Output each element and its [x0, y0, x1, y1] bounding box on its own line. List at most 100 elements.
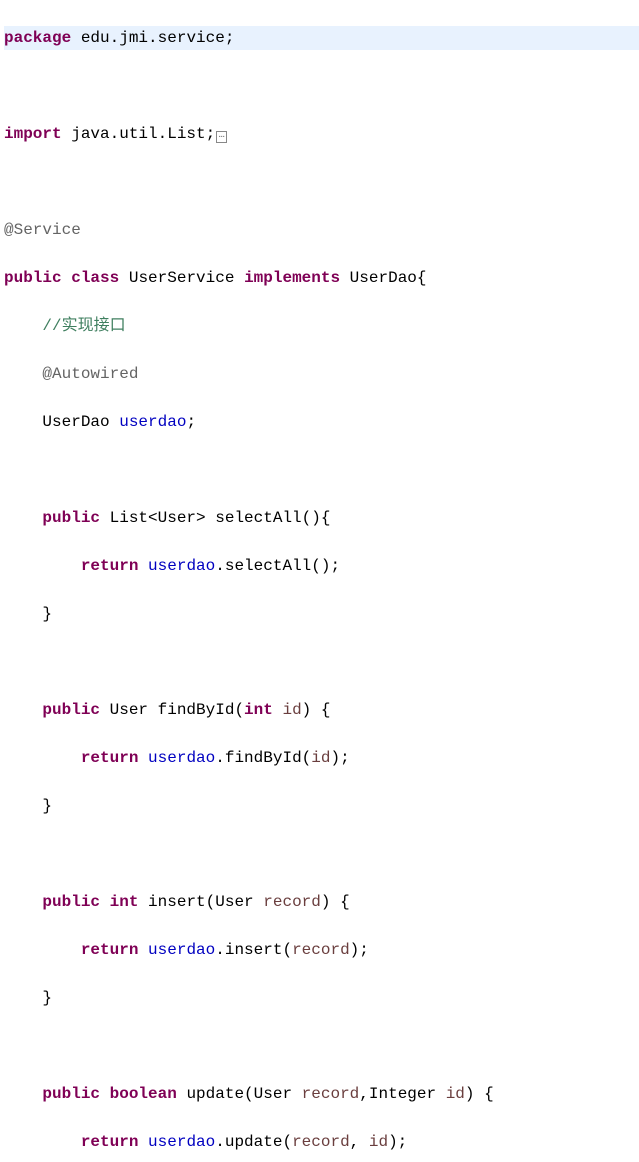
code-line [4, 650, 639, 674]
code-line: } [4, 794, 639, 818]
keyword: return [81, 749, 139, 767]
indent [4, 317, 42, 335]
brace: } [42, 605, 52, 623]
text: ); [330, 749, 349, 767]
text: edu.jmi.service; [71, 29, 234, 47]
param: id [273, 701, 302, 719]
text: update(User [177, 1085, 302, 1103]
keyword: class [71, 269, 119, 287]
field: userdao [148, 557, 215, 575]
sp [100, 1085, 110, 1103]
text: ); [350, 941, 369, 959]
indent [4, 701, 42, 719]
indent [4, 1085, 42, 1103]
indent [4, 797, 42, 815]
annotation: @Autowired [42, 365, 138, 383]
code-editor: package edu.jmi.service; import java.uti… [0, 0, 639, 1162]
indent [4, 509, 42, 527]
keyword: package [4, 29, 71, 47]
code-line: public User findById(int id) { [4, 698, 639, 722]
code-line: return userdao.findById(id); [4, 746, 639, 770]
annotation: @Service [4, 221, 81, 239]
code-line: return userdao.insert(record); [4, 938, 639, 962]
field: userdao [148, 749, 215, 767]
keyword: return [81, 1133, 139, 1151]
indent [4, 989, 42, 1007]
comment: //实现接口 [42, 317, 125, 335]
text: .findById( [215, 749, 311, 767]
code-line [4, 74, 639, 98]
indent [4, 413, 42, 431]
code-line [4, 842, 639, 866]
text: ) { [321, 893, 350, 911]
sp [138, 941, 148, 959]
indent [4, 893, 42, 911]
type: UserDao [42, 413, 119, 431]
keyword: public [42, 893, 100, 911]
indent [4, 557, 81, 575]
text: java.util.List; [62, 125, 216, 143]
text: , [350, 1133, 369, 1151]
keyword: import [4, 125, 62, 143]
param: record [292, 1133, 350, 1151]
code-line: @Service [4, 218, 639, 242]
code-line: } [4, 602, 639, 626]
code-line: //实现接口 [4, 314, 639, 338]
sp [138, 1133, 148, 1151]
code-line: return userdao.update(record, id); [4, 1130, 639, 1154]
keyword: boolean [110, 1085, 177, 1103]
text: UserDao{ [340, 269, 426, 287]
text: insert(User [138, 893, 263, 911]
text: List<User> selectAll(){ [100, 509, 330, 527]
code-line [4, 170, 639, 194]
field: userdao [119, 413, 186, 431]
keyword: return [81, 557, 139, 575]
text: .insert( [215, 941, 292, 959]
keyword: return [81, 941, 139, 959]
text: User findById( [100, 701, 244, 719]
text: ) { [302, 701, 331, 719]
param: record [263, 893, 321, 911]
fold-indicator-icon[interactable]: … [216, 131, 227, 143]
text: ,Integer [359, 1085, 445, 1103]
text: .update( [215, 1133, 292, 1151]
text: .selectAll(); [215, 557, 340, 575]
keyword: public [42, 701, 100, 719]
keyword: public [42, 1085, 100, 1103]
field: userdao [148, 941, 215, 959]
punct: ; [186, 413, 196, 431]
indent [4, 749, 81, 767]
text: ) { [465, 1085, 494, 1103]
keyword: implements [244, 269, 340, 287]
keyword: public [42, 509, 100, 527]
code-line: UserDao userdao; [4, 410, 639, 434]
indent [4, 941, 81, 959]
code-line: } [4, 986, 639, 1010]
param: id [446, 1085, 465, 1103]
code-line: public class UserService implements User… [4, 266, 639, 290]
keyword: public [4, 269, 62, 287]
code-line: package edu.jmi.service; [4, 26, 639, 50]
indent [4, 1133, 81, 1151]
field: userdao [148, 1133, 215, 1151]
param: record [302, 1085, 360, 1103]
code-line: return userdao.selectAll(); [4, 554, 639, 578]
brace: } [42, 989, 52, 1007]
text: ); [388, 1133, 407, 1151]
code-line: @Autowired [4, 362, 639, 386]
keyword: int [110, 893, 139, 911]
param: record [292, 941, 350, 959]
code-line [4, 458, 639, 482]
sp [100, 893, 110, 911]
code-line: public boolean update(User record,Intege… [4, 1082, 639, 1106]
code-line [4, 1034, 639, 1058]
indent [4, 605, 42, 623]
sp [138, 557, 148, 575]
class-name: UserService [119, 269, 244, 287]
param: id [369, 1133, 388, 1151]
param: id [311, 749, 330, 767]
brace: } [42, 797, 52, 815]
indent [4, 365, 42, 383]
code-line: public List<User> selectAll(){ [4, 506, 639, 530]
code-line: public int insert(User record) { [4, 890, 639, 914]
